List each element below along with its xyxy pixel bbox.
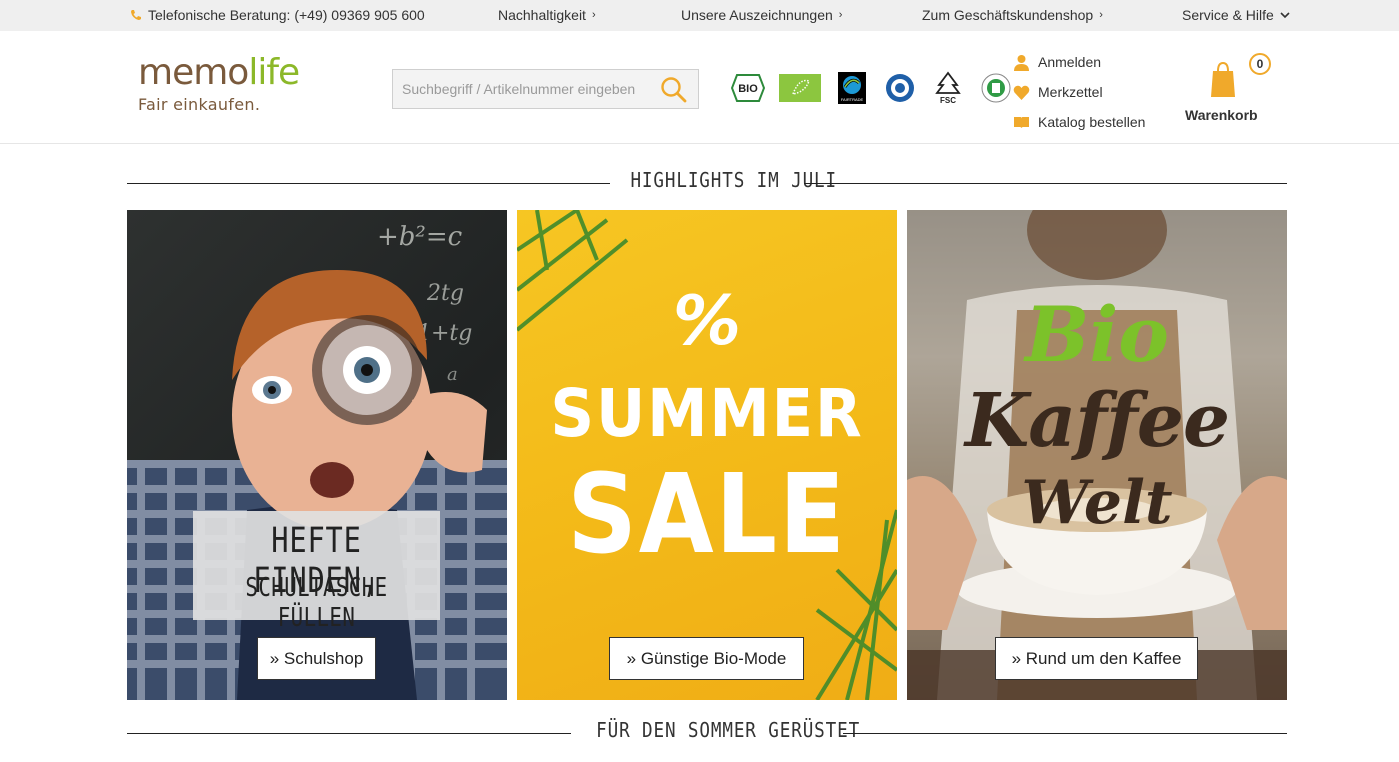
- divider-line: [127, 733, 571, 734]
- coffee-bio-text: Bio: [1025, 290, 1169, 379]
- svg-text:FSC: FSC: [940, 96, 956, 105]
- search-input[interactable]: [393, 70, 653, 108]
- cart-count-badge: 0: [1249, 53, 1271, 75]
- chevron-down-icon: [1280, 11, 1290, 18]
- nav-sustainability-label: Nachhaltigkeit: [498, 7, 586, 23]
- chevron-right-icon: ›: [1099, 9, 1103, 21]
- login-label: Anmelden: [1038, 54, 1102, 70]
- phone-icon: [131, 10, 141, 20]
- nav-service-label: Service & Hilfe: [1182, 7, 1274, 23]
- bio-seal-icon[interactable]: BIO: [731, 71, 765, 105]
- search-box: [392, 69, 699, 109]
- shopping-bag-icon: [1211, 61, 1235, 97]
- wishlist-link[interactable]: Merkzettel: [1013, 77, 1145, 107]
- user-icon: [1014, 54, 1029, 71]
- promo-tile-coffee[interactable]: Bio Kaffee Welt » Rund um den Kaffee: [907, 210, 1287, 700]
- user-menu: Anmelden Merkzettel Katalog bestellen: [1013, 47, 1145, 137]
- promo-tile-summer-sale[interactable]: % SUMMER SALE » Günstige Bio-Mode: [517, 210, 897, 700]
- section-heading-summer: FÜR DEN SOMMER GERÜSTET: [127, 718, 1287, 748]
- svg-text:a: a: [447, 364, 458, 385]
- header: memolife Fair einkaufen. BIO FAIRTRADE F…: [0, 31, 1399, 144]
- bio-mode-button[interactable]: » Günstige Bio-Mode: [609, 637, 804, 680]
- gots-icon[interactable]: [979, 71, 1013, 105]
- logo-memo: memo: [138, 52, 249, 93]
- logo-wordmark: memolife: [138, 52, 300, 93]
- schulshop-button[interactable]: » Schulshop: [257, 637, 376, 680]
- chevron-right-icon: ›: [591, 9, 596, 21]
- phone-text: Telefonische Beratung: (+49) 09369 905 6…: [148, 7, 425, 23]
- section-heading-highlights: HIGHLIGHTS IM JULI: [127, 168, 1287, 198]
- promo-tile-school[interactable]: +b²=c 2tg 1+tg a HEFTE FINDEN, SCHULTASC…: [127, 210, 507, 700]
- nav-sustainability[interactable]: Nachhaltigkeit ›: [498, 7, 596, 23]
- divider-line: [804, 183, 1287, 184]
- eu-organic-leaf-icon[interactable]: [779, 71, 821, 105]
- sale-sale-text: SALE: [567, 450, 847, 578]
- catalog-link[interactable]: Katalog bestellen: [1013, 107, 1145, 137]
- sale-percent-sign: %: [672, 282, 742, 361]
- fsc-icon[interactable]: FSC: [931, 71, 965, 105]
- nav-awards[interactable]: Unsere Auszeichnungen ›: [681, 7, 842, 23]
- svg-text:2tg: 2tg: [426, 281, 464, 306]
- cart-label: Warenkorb: [1185, 107, 1258, 123]
- wishlist-label: Merkzettel: [1038, 84, 1103, 100]
- sale-summer-text: SUMMER: [550, 375, 864, 452]
- login-link[interactable]: Anmelden: [1013, 47, 1145, 77]
- logo-life: life: [248, 52, 300, 93]
- fairtrade-icon[interactable]: FAIRTRADE: [835, 71, 869, 105]
- phone-contact[interactable]: Telefonische Beratung: (+49) 09369 905 6…: [130, 7, 425, 23]
- svg-text:+b²=c: +b²=c: [377, 222, 463, 252]
- book-icon: [1014, 116, 1029, 128]
- nav-business-shop[interactable]: Zum Geschäftskundenshop ›: [922, 7, 1103, 23]
- logo[interactable]: memolife Fair einkaufen.: [138, 52, 300, 115]
- nav-awards-label: Unsere Auszeichnungen: [681, 7, 833, 23]
- section-title: HIGHLIGHTS IM JULI: [630, 168, 838, 192]
- search-icon[interactable]: [660, 76, 688, 104]
- cart-button[interactable]: 0 Warenkorb: [1185, 53, 1275, 127]
- school-headline-box: HEFTE FINDEN, SCHULTASCHE FÜLLEN: [193, 511, 440, 633]
- nav-business-label: Zum Geschäftskundenshop: [922, 7, 1094, 23]
- certification-seals: BIO FAIRTRADE FSC: [731, 71, 1013, 105]
- blue-angel-icon[interactable]: [883, 71, 917, 105]
- kaffee-button[interactable]: » Rund um den Kaffee: [995, 637, 1198, 680]
- logo-tagline: Fair einkaufen.: [138, 95, 261, 114]
- svg-text:FAIRTRADE: FAIRTRADE: [841, 97, 864, 102]
- catalog-label: Katalog bestellen: [1038, 114, 1146, 130]
- coffee-kaffee-text: Kaffee: [964, 378, 1230, 464]
- svg-text:BIO: BIO: [738, 83, 758, 95]
- coffee-welt-text: Welt: [1021, 468, 1173, 538]
- top-bar: Telefonische Beratung: (+49) 09369 905 6…: [0, 0, 1399, 31]
- chevron-right-icon: ›: [838, 9, 843, 21]
- nav-service-help[interactable]: Service & Hilfe: [1182, 7, 1290, 23]
- heart-icon: [1013, 85, 1030, 100]
- divider-line: [843, 733, 1287, 734]
- divider-line: [127, 183, 610, 184]
- section-title: FÜR DEN SOMMER GERÜSTET: [596, 718, 861, 742]
- school-headline-2: SCHULTASCHE FÜLLEN: [245, 573, 388, 633]
